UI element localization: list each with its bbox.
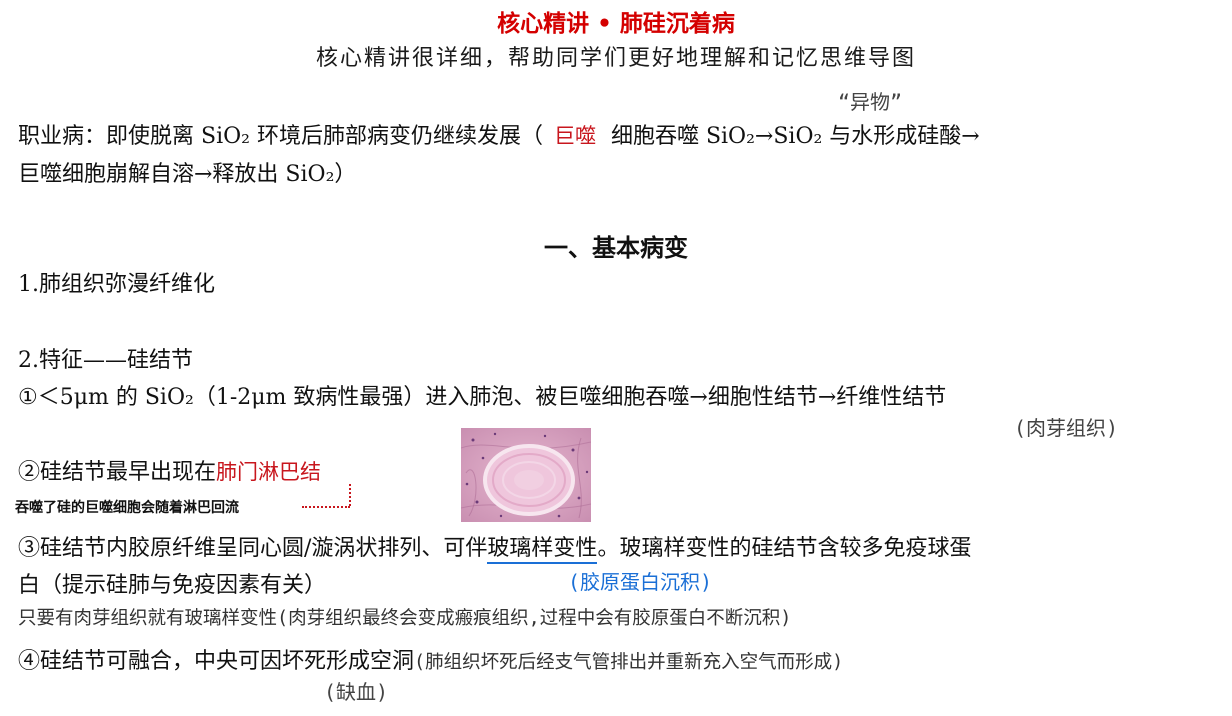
- annotation-foreign-body: “异物”: [838, 90, 903, 114]
- granulation-note: 只要有肉芽组织就有玻璃样变性(肉芽组织最终会变成瘢痕组织,过程中会有胶原蛋白不断…: [18, 608, 792, 629]
- dotted-connector-v: [349, 484, 351, 506]
- point-3-line-2: 白（提示硅肺与免疫因素有关）: [18, 573, 327, 598]
- section-heading: 一、基本病变: [544, 234, 688, 262]
- histology-nodule-image: [461, 428, 591, 522]
- point-2: ②硅结节最早出现在肺门淋巴结: [18, 454, 321, 486]
- page-title: 核心精讲 • 肺硅沉着病: [497, 11, 735, 37]
- item-diffuse-fibrosis: 1.肺组织弥漫纤维化: [18, 272, 215, 297]
- lymph-note: 吞噬了硅的巨噬细胞会随着淋巴回流: [15, 500, 239, 516]
- point-3-text-a: ③硅结节内胶原纤维呈同心圆/漩涡状排列、可伴: [18, 536, 488, 561]
- point-4: ④硅结节可融合，中央可因坏死形成空洞(肺组织坏死后经支气管排出并重新充入空气而形…: [18, 643, 843, 675]
- intro-line-2: 巨噬细胞崩解自溶→释放出 SiO₂）: [18, 162, 357, 187]
- intro-text-a: 职业病：即使脱离 SiO₂ 环境后肺部病变仍继续发展（: [18, 124, 543, 149]
- item-silicotic-nodule: 2.特征——硅结节: [18, 348, 193, 373]
- point-4-text: ④硅结节可融合，中央可因坏死形成空洞: [18, 649, 415, 674]
- intro-line-1: 职业病：即使脱离 SiO₂ 环境后肺部病变仍继续发展（ 巨噬 细胞吞噬 SiO₂…: [18, 118, 980, 150]
- point-3-hyaline: 玻璃样变性: [487, 536, 598, 564]
- annotation-ischemia: (缺血): [324, 680, 389, 704]
- annotation-cavity: (肺组织坏死后经支气管排出并重新充入空气而形成): [414, 652, 844, 673]
- annotation-macrophage: 巨噬: [553, 124, 596, 148]
- annotation-granulation: (肉芽组织): [1014, 416, 1119, 440]
- point-3: ③硅结节内胶原纤维呈同心圆/漩涡状排列、可伴玻璃样变性。玻璃样变性的硅结节含较多…: [18, 530, 972, 564]
- histology-image: [461, 428, 591, 522]
- annotation-collagen-deposit: (胶原蛋白沉积): [568, 570, 713, 594]
- annotation-hilar-node: 肺门淋巴结: [216, 460, 322, 484]
- dotted-connector-h: [302, 506, 350, 508]
- point-3-text-b: 。玻璃样变性的硅结节含较多免疫球蛋: [597, 536, 972, 561]
- point-2-text: ②硅结节最早出现在: [18, 460, 217, 485]
- intro-text-b: 细胞吞噬 SiO₂→SiO₂ 与水形成硅酸→: [610, 124, 980, 149]
- point-1: ①＜5μm 的 SiO₂（1-2μm 致病性最强）进入肺泡、被巨噬细胞吞噬→细胞…: [18, 385, 947, 410]
- page-subtitle: 核心精讲很详细，帮助同学们更好地理解和记忆思维导图: [315, 46, 916, 71]
